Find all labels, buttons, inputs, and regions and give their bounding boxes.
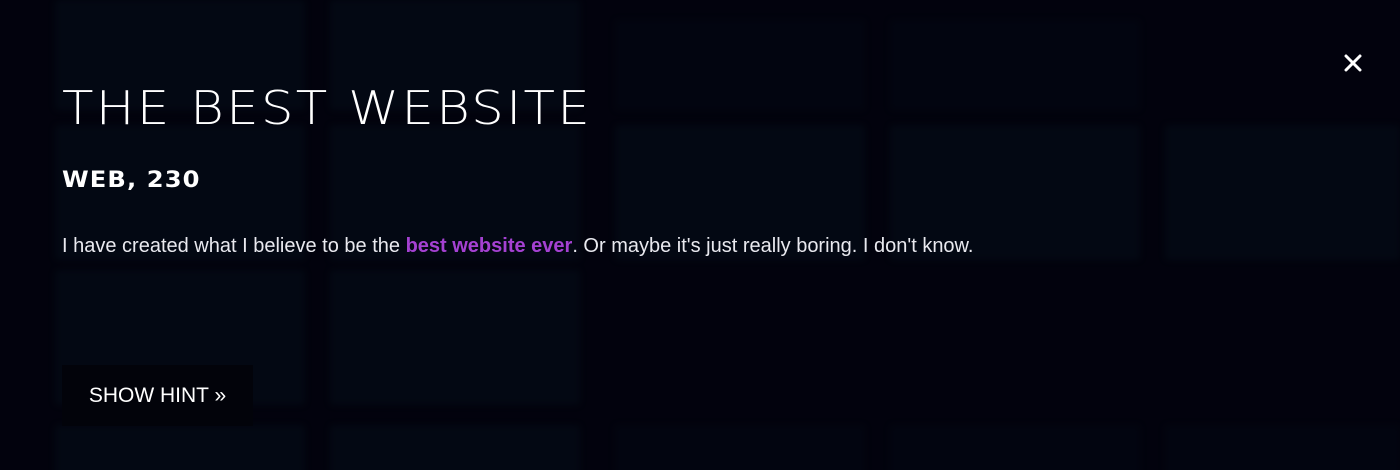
challenge-description: I have created what I believe to be the … <box>62 230 973 262</box>
challenge-website-link[interactable]: best website ever <box>406 235 573 257</box>
challenge-category-points: WEB, 230 <box>62 168 201 193</box>
challenge-modal: THE BEST WEBSITE WEB, 230 I have created… <box>0 0 1400 470</box>
description-text-before-link: I have created what I believe to be the <box>62 235 406 257</box>
close-button[interactable] <box>1336 46 1370 80</box>
challenge-modal-screen: THE BEST WEBSITE WEB, 230 I have created… <box>0 0 1400 470</box>
challenge-title: THE BEST WEBSITE <box>62 81 593 135</box>
show-hint-button[interactable]: SHOW HINT » <box>62 365 253 426</box>
close-icon <box>1344 54 1362 72</box>
description-text-after-link: . Or maybe it's just really boring. I do… <box>572 235 974 257</box>
